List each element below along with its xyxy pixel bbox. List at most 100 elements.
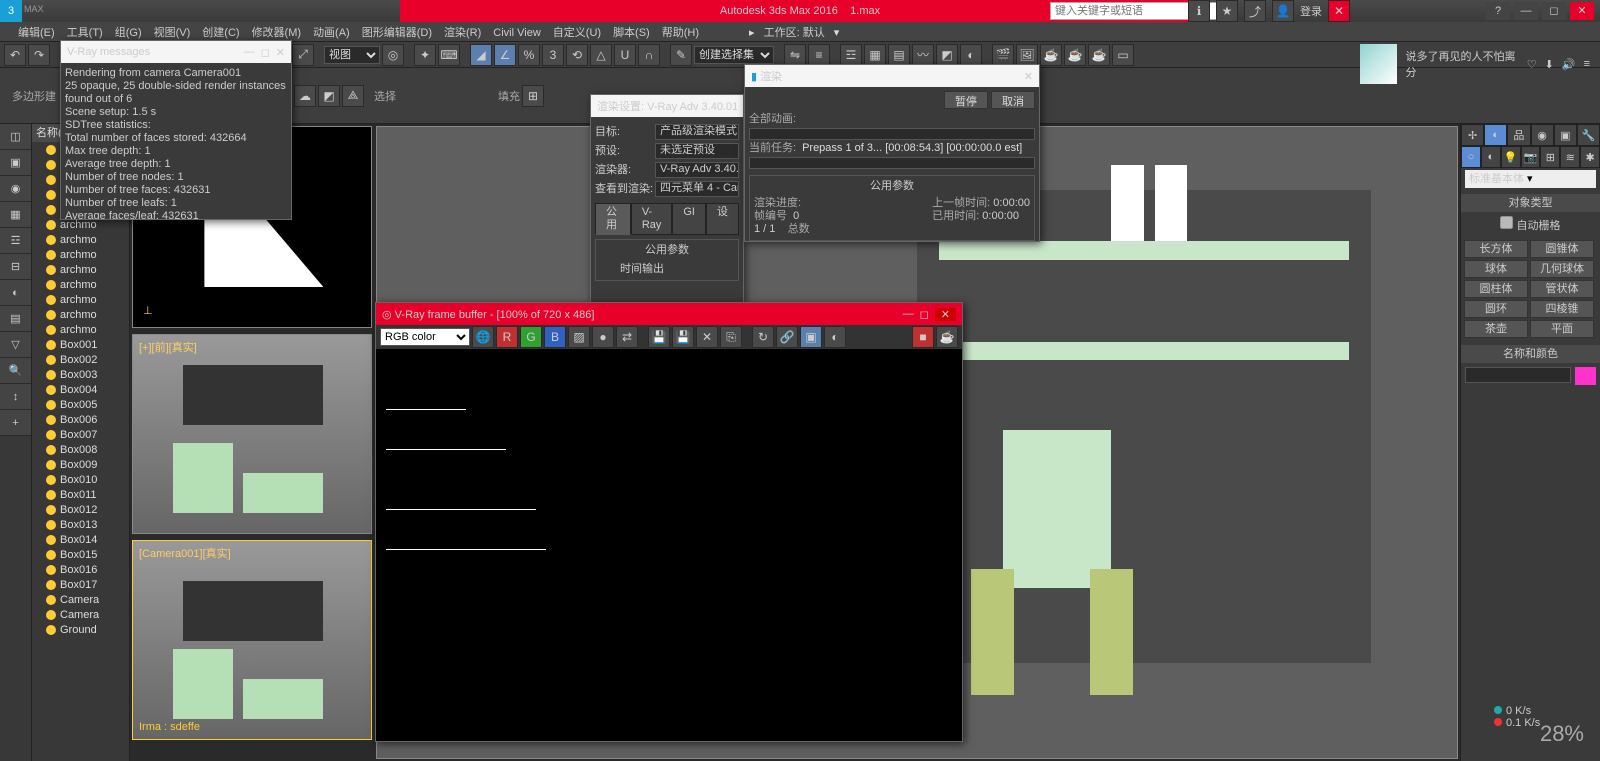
scene-item[interactable]: Box015: [32, 547, 129, 562]
vfb-mono-icon[interactable]: ●: [592, 326, 614, 348]
vtb-search-icon[interactable]: 🔍: [0, 358, 31, 384]
render2-icon[interactable]: ☕: [1064, 44, 1086, 66]
vtb-cube-icon[interactable]: ◫: [0, 124, 31, 150]
scene-item[interactable]: archmo: [32, 262, 129, 277]
share-icon[interactable]: ⤴: [1244, 0, 1266, 22]
viewport-camera[interactable]: [Camera001][真实] Irma : sdeffe: [132, 540, 372, 740]
star-icon[interactable]: ★: [1216, 0, 1238, 22]
magnet-icon[interactable]: U: [614, 44, 636, 66]
rollout-namecolor[interactable]: 名称和颜色: [1461, 345, 1600, 363]
scene-item[interactable]: Box010: [32, 472, 129, 487]
vfb-view[interactable]: [376, 349, 962, 741]
scene-item[interactable]: Camera: [32, 592, 129, 607]
scene-item[interactable]: Box004: [32, 382, 129, 397]
scene-item[interactable]: archmo: [32, 292, 129, 307]
render-icon[interactable]: ☕: [1040, 44, 1062, 66]
scene-item[interactable]: Box012: [32, 502, 129, 517]
menu-item[interactable]: Civil View: [487, 27, 546, 39]
curve-icon[interactable]: 〰: [912, 44, 934, 66]
vtb-light-icon[interactable]: ◐: [0, 280, 31, 306]
vtb-dot-icon[interactable]: ◉: [0, 176, 31, 202]
tab-motion[interactable]: ◉: [1531, 124, 1554, 146]
vmsg-titlebar[interactable]: V-Ray messages —◻✕: [61, 41, 291, 63]
redo-icon[interactable]: ↷: [28, 44, 50, 66]
vfb-copy-icon[interactable]: ⎘: [720, 326, 742, 348]
vray-messages-window[interactable]: V-Ray messages —◻✕ Rendering from camera…: [60, 40, 292, 220]
menu-item[interactable]: 脚本(S): [607, 27, 656, 39]
tab-display[interactable]: ▣: [1554, 124, 1577, 146]
psnap-icon[interactable]: △: [590, 44, 612, 66]
scene-item[interactable]: Camera: [32, 607, 129, 622]
heart-icon[interactable]: ♡: [1527, 58, 1537, 71]
tab-create[interactable]: ✢: [1461, 124, 1484, 146]
vfb-save-icon[interactable]: 💾: [648, 326, 670, 348]
tab-utility[interactable]: 🔧: [1577, 124, 1600, 146]
vfb-switch-icon[interactable]: ⇄: [616, 326, 638, 348]
percent-snap-icon[interactable]: %: [518, 44, 540, 66]
snap-icon[interactable]: ◢: [470, 44, 492, 66]
vtb-layer-icon[interactable]: ☲: [0, 228, 31, 254]
menu-item[interactable]: 编辑(E): [12, 27, 61, 39]
menu-item[interactable]: 组(G): [109, 27, 148, 39]
vfb-titlebar[interactable]: ◎ V-Ray frame buffer - [100% of 720 x 48…: [376, 303, 962, 325]
close-button[interactable]: ✕: [1570, 2, 1594, 20]
vfb-close-icon[interactable]: ✕: [935, 308, 956, 321]
login-text[interactable]: 登录: [1300, 3, 1322, 19]
workspace-dropdown[interactable]: ▸ 工作区: 默认 ▾: [743, 24, 845, 40]
rset-tab[interactable]: 设: [706, 203, 739, 235]
vfb-link-icon[interactable]: 🔗: [776, 326, 798, 348]
objtype-button[interactable]: 圆锥体: [1530, 240, 1594, 258]
objtype-button[interactable]: 管状体: [1530, 280, 1594, 298]
vfb-track-icon[interactable]: ↻: [752, 326, 774, 348]
subtab-geom[interactable]: ○: [1461, 146, 1481, 168]
r-cube-icon[interactable]: ◩: [318, 85, 340, 107]
ribbon-icon[interactable]: ▤: [888, 44, 910, 66]
bars-icon[interactable]: ≡: [1584, 58, 1590, 71]
r-cloud-icon[interactable]: ☁: [294, 85, 316, 107]
vfb-g-button[interactable]: G: [520, 326, 542, 348]
vfb-clear-icon[interactable]: ✕: [696, 326, 718, 348]
edit-sel-icon[interactable]: ✎: [670, 44, 692, 66]
rset-titlebar[interactable]: 渲染设置: V-Ray Adv 3.40.01: [591, 95, 743, 117]
help-icon[interactable]: ?: [1486, 2, 1510, 20]
menu-item[interactable]: 创建(C): [196, 27, 245, 39]
vfb-min-icon[interactable]: —: [903, 308, 914, 321]
rset-target-v[interactable]: 产品级渲染模式: [655, 124, 739, 140]
rprog-cancel-button[interactable]: 取消: [991, 91, 1035, 109]
viewport-front[interactable]: [+][前][真实]: [132, 334, 372, 534]
objtype-button[interactable]: 几何球体: [1530, 260, 1594, 278]
objtype-button[interactable]: 茶壶: [1464, 320, 1528, 338]
scene-item[interactable]: Box013: [32, 517, 129, 532]
category-dropdown[interactable]: 标准基本体 ▾: [1465, 170, 1596, 188]
scene-item[interactable]: Ground: [32, 622, 129, 637]
maximize-button[interactable]: ◻: [1542, 2, 1566, 20]
scene-item[interactable]: Box006: [32, 412, 129, 427]
download-icon[interactable]: ⬇: [1545, 58, 1554, 71]
vray-frame-buffer[interactable]: ◎ V-Ray frame buffer - [100% of 720 x 48…: [375, 302, 963, 742]
scene-item[interactable]: Box007: [32, 427, 129, 442]
scene-item[interactable]: Box014: [32, 532, 129, 547]
schematic-icon[interactable]: ◩: [936, 44, 958, 66]
objtype-button[interactable]: 圆柱体: [1464, 280, 1528, 298]
rprog-close-icon[interactable]: ✕: [1024, 70, 1033, 83]
vtb-plus-icon[interactable]: +: [0, 410, 31, 436]
vtb-hier-icon[interactable]: ⊟: [0, 254, 31, 280]
menu-item[interactable]: 工具(T): [61, 27, 109, 39]
rollout-objtype[interactable]: 对象类型: [1461, 194, 1600, 212]
pivot-icon[interactable]: ◎: [382, 44, 404, 66]
rset-preset-v[interactable]: 未选定预设: [655, 143, 739, 159]
rset-tab[interactable]: GI: [672, 203, 706, 235]
rset-renderer-v[interactable]: V-Ray Adv 3.40.0: [655, 162, 739, 178]
scene-item[interactable]: Box011: [32, 487, 129, 502]
info-icon[interactable]: ℹ: [1188, 0, 1210, 22]
vmsg-max-icon[interactable]: ◻: [261, 46, 270, 59]
vfb-stop-icon[interactable]: ■: [912, 326, 934, 348]
scene-item[interactable]: archmo: [32, 322, 129, 337]
scene-item[interactable]: Box003: [32, 367, 129, 382]
scene-item[interactable]: Box005: [32, 397, 129, 412]
subtab-sys[interactable]: ✱: [1580, 146, 1600, 168]
vfb-cc-icon[interactable]: ◐: [824, 326, 846, 348]
color-swatch[interactable]: [1575, 367, 1596, 385]
rset-tab[interactable]: 公用: [595, 203, 631, 235]
subtab-shape[interactable]: ◐: [1481, 146, 1501, 168]
